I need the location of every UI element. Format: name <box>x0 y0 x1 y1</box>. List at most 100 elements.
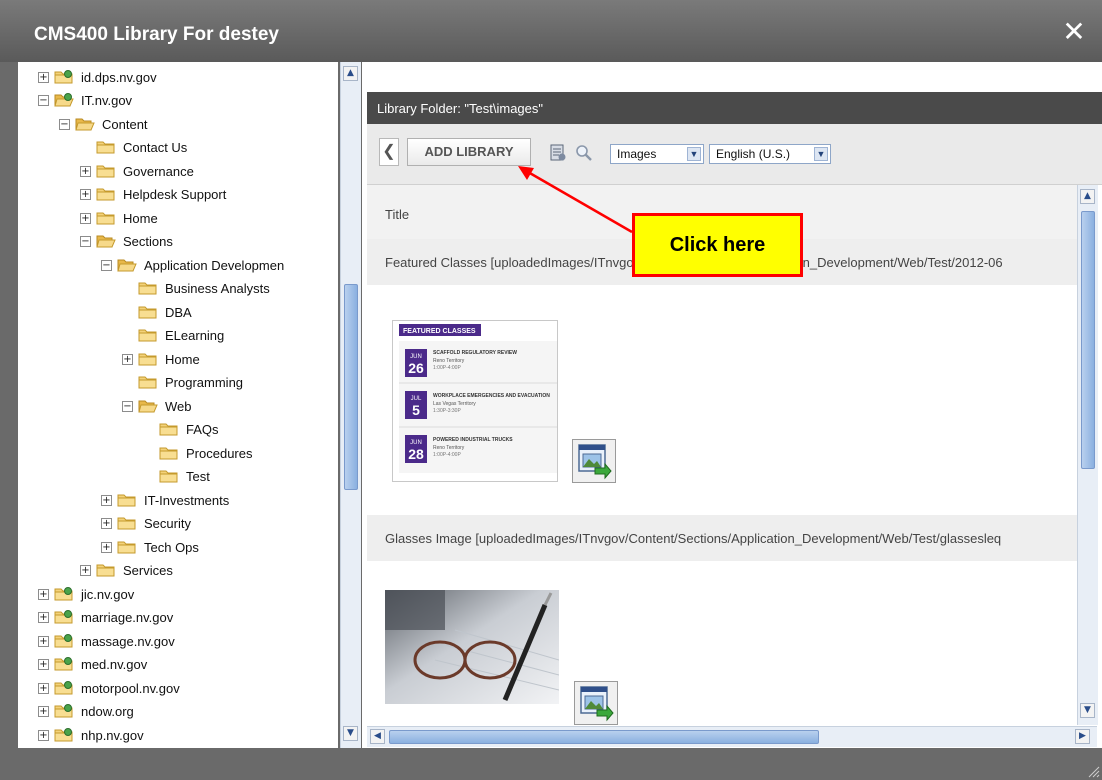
tree-item[interactable]: + ndow.org <box>38 701 134 723</box>
tree-item[interactable]: − IT.nv.gov <box>38 90 132 112</box>
language-select[interactable]: English (U.S.) ▼ <box>709 144 831 164</box>
close-icon[interactable]: ✕ <box>1062 18 1086 46</box>
folder-icon <box>159 446 179 461</box>
tree-item[interactable]: − Content <box>59 113 148 135</box>
tree-item[interactable]: Procedures <box>143 442 252 464</box>
tree-scrollbar[interactable]: ▲ ▼ <box>340 62 361 748</box>
back-button[interactable]: ❮ <box>379 138 399 166</box>
collapse-icon[interactable]: − <box>38 95 49 106</box>
expand-icon[interactable]: + <box>38 588 49 600</box>
collapse-icon[interactable]: − <box>59 118 70 130</box>
folder-open-icon <box>96 234 116 249</box>
tree-item[interactable]: + massage.nv.gov <box>38 630 175 652</box>
expand-icon[interactable]: + <box>38 659 49 670</box>
expand-icon[interactable]: + <box>80 565 91 576</box>
scroll-down-icon[interactable]: ▼ <box>1080 703 1095 718</box>
expand-icon[interactable]: + <box>80 165 91 177</box>
expand-icon[interactable]: + <box>101 541 112 553</box>
tree-item[interactable]: + Security <box>101 513 191 535</box>
scroll-down-icon[interactable]: ▼ <box>343 726 358 741</box>
library-panel: Library Folder: "Test\images" ❮ ADD LIBR… <box>362 62 1102 748</box>
folder-icon <box>117 493 137 508</box>
content-hscrollbar[interactable]: ◀ ▶ <box>367 726 1097 747</box>
tree-item[interactable]: − Sections <box>80 231 173 253</box>
expand-icon[interactable]: + <box>38 612 49 623</box>
expand-icon[interactable]: + <box>101 518 112 529</box>
list-item[interactable]: Glasses Image [uploadedImages/ITnvgov/Co… <box>367 515 1077 561</box>
tree-item[interactable]: + Helpdesk Support <box>80 184 226 206</box>
tree-item[interactable]: + Governance <box>80 160 194 182</box>
tree-item[interactable]: + Tech Ops <box>101 536 199 558</box>
chevron-down-icon: ▼ <box>814 147 828 161</box>
tree-item[interactable]: + nhp.nv.gov <box>38 724 144 746</box>
expand-icon[interactable]: + <box>38 706 49 717</box>
library-folder-bar: Library Folder: "Test\images" <box>367 92 1102 124</box>
event-place: Las Vegas Territory <box>433 401 476 407</box>
tree-item[interactable]: + Home <box>122 348 200 370</box>
collapse-icon[interactable]: − <box>122 400 133 412</box>
tree-item[interactable]: Programming <box>122 372 243 394</box>
scroll-up-icon[interactable]: ▲ <box>343 66 358 81</box>
expand-icon[interactable]: + <box>122 353 133 365</box>
expand-icon[interactable]: + <box>80 189 91 200</box>
tree-item-label: Services <box>123 563 173 578</box>
tree-item[interactable]: Contact Us <box>80 137 187 159</box>
scroll-up-icon[interactable]: ▲ <box>1080 189 1095 204</box>
tree-item[interactable]: + IT-Investments <box>101 489 229 511</box>
collapse-icon[interactable]: − <box>80 236 91 247</box>
document-icon[interactable] <box>549 144 567 162</box>
tree-item[interactable]: + med.nv.gov <box>38 654 147 676</box>
featured-classes-thumbnail[interactable]: FEATURED CLASSES JUN 26 SCAFFOLD REGULAT… <box>392 320 558 482</box>
tree-item[interactable]: + Services <box>80 560 173 582</box>
tree-item-label: DBA <box>165 304 192 320</box>
expand-icon[interactable]: + <box>38 682 49 694</box>
tree-item[interactable]: + id.dps.nv.gov <box>38 66 157 88</box>
expand-icon[interactable]: + <box>80 212 91 224</box>
folder-tree-panel: + id.dps.nv.gov − IT.nv.gov − Content Contact … <box>18 62 338 748</box>
tree-item[interactable]: − Application Developmen <box>101 254 284 276</box>
tree-item[interactable]: ELearning <box>122 325 224 347</box>
glasses-image-thumbnail[interactable] <box>385 590 560 704</box>
tree-item[interactable]: + jic.nv.gov <box>38 583 134 605</box>
folder-icon <box>159 469 179 484</box>
tree-item[interactable]: FAQs <box>143 419 219 441</box>
tree-item[interactable]: Business Analysts <box>122 278 270 300</box>
tree-item[interactable]: − Web <box>122 395 192 417</box>
featured-classes-graphic: FEATURED CLASSES JUN 26 SCAFFOLD REGULAT… <box>393 321 557 481</box>
folder-icon <box>159 422 179 437</box>
tree-item[interactable]: + motorpool.nv.gov <box>38 677 180 699</box>
tree-item-label: Security <box>144 516 191 531</box>
site-folder-icon <box>54 633 74 649</box>
type-select[interactable]: Images ▼ <box>610 144 704 164</box>
tree-item-label: jic.nv.gov <box>81 586 135 602</box>
tree-item-label: Governance <box>123 163 194 179</box>
scroll-left-icon[interactable]: ◀ <box>370 729 385 744</box>
tree-item[interactable]: + Home <box>80 207 158 229</box>
insert-image-icon[interactable] <box>574 681 618 725</box>
content-scrollbar-thumb[interactable] <box>1081 211 1095 469</box>
resize-grip-icon[interactable] <box>1086 764 1100 778</box>
content-hscrollbar-thumb[interactable] <box>389 730 819 744</box>
tree-item[interactable]: Test <box>143 466 210 488</box>
folder-icon <box>96 211 116 226</box>
add-library-button[interactable]: ADD LIBRARY <box>407 138 531 166</box>
site-folder-icon <box>54 93 74 108</box>
tree-item[interactable]: + marriage.nv.gov <box>38 607 173 629</box>
insert-image-icon[interactable] <box>572 439 616 483</box>
search-icon[interactable] <box>575 144 593 162</box>
expand-icon[interactable]: + <box>38 71 49 83</box>
tree-scrollbar-thumb[interactable] <box>344 284 358 490</box>
tree-item[interactable]: DBA <box>122 301 192 323</box>
tree-item-label: ndow.org <box>81 704 134 719</box>
expand-icon[interactable]: + <box>38 729 49 741</box>
expand-icon[interactable]: + <box>101 494 112 506</box>
content-scrollbar[interactable]: ▲ ▼ <box>1077 185 1098 725</box>
collapse-icon[interactable]: − <box>101 259 112 271</box>
tree-item-label: Sections <box>123 234 173 249</box>
scroll-right-icon[interactable]: ▶ <box>1075 729 1090 744</box>
expand-icon[interactable]: + <box>38 635 49 647</box>
